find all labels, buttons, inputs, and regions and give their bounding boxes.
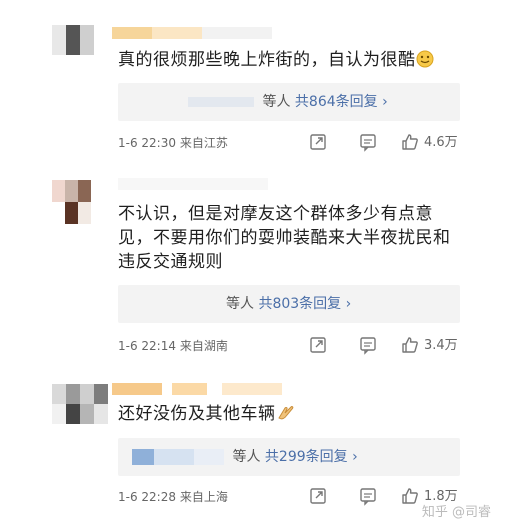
comment-time: 1-6 22:28 来自上海 xyxy=(118,490,228,504)
comment-time: 1-6 22:14 来自湖南 xyxy=(118,339,228,353)
like-count: 4.6万 xyxy=(424,135,458,150)
comment-meta: 1-6 22:30 来自江苏 4.6万 xyxy=(118,133,485,153)
share-icon[interactable] xyxy=(308,132,328,152)
share-icon[interactable] xyxy=(308,486,328,506)
like-count: 3.4万 xyxy=(424,338,458,353)
comment-icon[interactable] xyxy=(358,335,378,355)
username-blur[interactable] xyxy=(118,178,288,190)
comment-text: 还好没伤及其他车辆 xyxy=(118,402,465,429)
replier-names-blur xyxy=(188,97,254,107)
comment-icon[interactable] xyxy=(358,486,378,506)
comment-meta: 1-6 22:14 来自湖南 3.4万 xyxy=(118,336,485,356)
comment-icon[interactable] xyxy=(358,132,378,152)
reply-who: 等人 xyxy=(262,94,291,110)
like-icon[interactable] xyxy=(400,486,420,506)
clap-emoji xyxy=(276,404,296,429)
share-icon[interactable] xyxy=(308,335,328,355)
reply-who: 等人 xyxy=(232,449,261,465)
reply-count-link[interactable]: 共299条回复 › xyxy=(265,449,358,465)
replier-names-blur xyxy=(132,449,154,465)
reply-who: 等人 xyxy=(226,296,254,312)
smile-emoji xyxy=(416,50,434,75)
username-blur[interactable] xyxy=(112,383,312,395)
username-blur[interactable] xyxy=(112,27,282,39)
reply-count-link[interactable]: 共803条回复 › xyxy=(258,296,351,312)
comment-time: 1-6 22:30 来自江苏 xyxy=(118,136,228,150)
like-icon[interactable] xyxy=(400,132,420,152)
avatar[interactable] xyxy=(52,180,112,224)
watermark: 知乎 @司睿 xyxy=(421,505,491,520)
reply-summary[interactable]: 等人 共864条回复 › xyxy=(118,83,460,121)
avatar[interactable] xyxy=(52,25,112,55)
reply-count-link[interactable]: 共864条回复 › xyxy=(295,94,388,110)
comment-text: 不认识，但是对摩友这个群体多少有点意见，不要用你们的耍帅装酷来大半夜扰民和违反交… xyxy=(118,204,451,272)
like-icon[interactable] xyxy=(400,335,420,355)
reply-summary[interactable]: 等人 共299条回复 › xyxy=(118,438,460,476)
reply-summary[interactable]: 等人 共803条回复 › xyxy=(118,285,460,323)
comment-text: 真的很烦那些晚上炸街的，自认为很酷 xyxy=(118,48,465,75)
